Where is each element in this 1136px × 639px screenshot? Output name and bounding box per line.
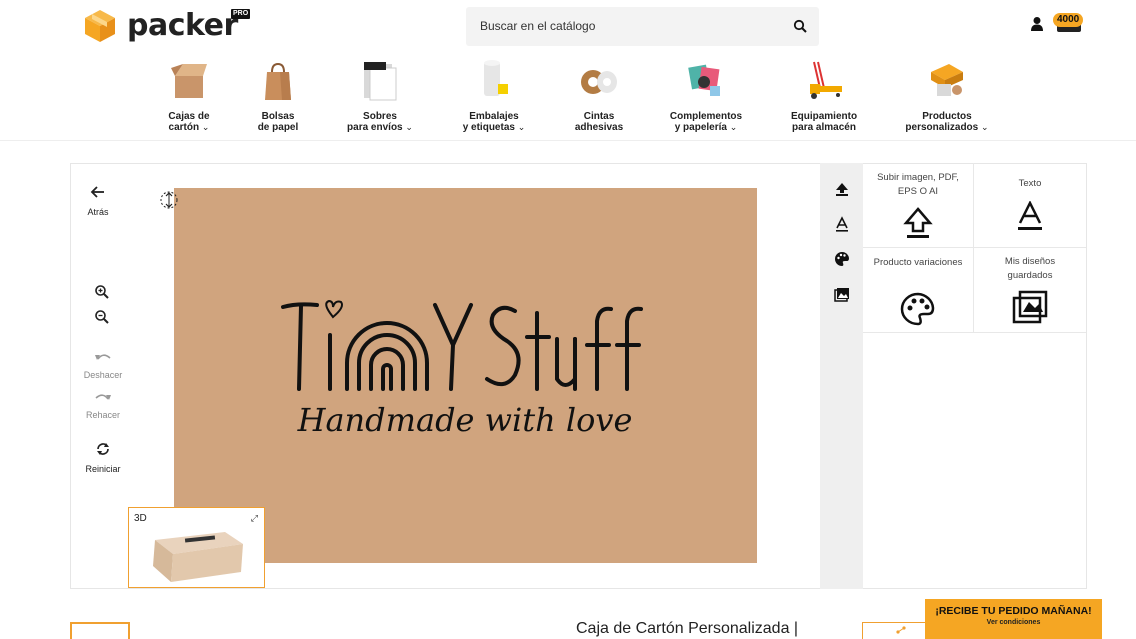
category-equipamiento[interactable]: Equipamiento para almacén (769, 58, 879, 133)
category-label-2: de papel (257, 122, 299, 133)
header: packer PRO Buscar en el catálogo 4000 (0, 0, 1136, 52)
logo-cube-icon (85, 10, 115, 42)
3d-preview[interactable]: 3D ⤢ (128, 507, 265, 588)
upload-icon[interactable] (834, 181, 850, 197)
category-label-2: y papelería (674, 122, 727, 133)
logo-title-art (281, 299, 643, 391)
envelope-icon (364, 62, 397, 101)
chevron-down-icon: ⌄ (201, 122, 210, 132)
reset-icon (97, 443, 109, 455)
category-label-2: adhesivas (574, 122, 624, 133)
reset-button[interactable]: Reiniciar (73, 441, 133, 474)
zoom-out-button[interactable] (72, 309, 132, 330)
gallery-icon[interactable] (834, 287, 850, 303)
category-label-1: Productos (922, 111, 972, 122)
arrow-left-icon (90, 186, 104, 198)
redo-button[interactable]: Rehacer (73, 390, 133, 420)
user-icon[interactable] (1030, 16, 1044, 32)
3d-label: 3D (134, 513, 147, 524)
category-label-1: Cajas de (168, 111, 210, 122)
search-icon[interactable] (793, 19, 807, 33)
category-cintas[interactable]: Cintas adhesivas (544, 58, 654, 133)
header-divider (0, 140, 1136, 141)
text-icon[interactable] (834, 216, 850, 232)
next-day-delivery-banner[interactable]: ¡RECIBE TU PEDIDO MAÑANA! Ver condicione… (925, 599, 1102, 639)
category-label-2: cartón (168, 122, 200, 133)
logo-text: packer (127, 8, 238, 43)
category-complementos[interactable]: Complementos y papelería ⌄ (651, 58, 761, 133)
category-label-2: para envíos (347, 122, 403, 133)
chevron-down-icon: ⌄ (405, 122, 413, 132)
back-label: Atrás (87, 207, 109, 217)
category-label-1: Bolsas (261, 111, 295, 122)
category-nav: Cajas de cartón ⌄ Bolsas de papel Sobres pa… (0, 58, 1136, 140)
bubble-wrap-icon (484, 60, 508, 96)
variations-option[interactable]: Producto variaciones (863, 248, 974, 333)
category-label-1: Equipamiento (790, 111, 858, 122)
logo-tagline: Handmade with love (297, 401, 633, 439)
share-button[interactable] (862, 622, 926, 639)
move-handle-icon[interactable] (159, 190, 179, 210)
text-icon (1018, 201, 1042, 230)
promo-conditions-link[interactable]: Ver condiciones (925, 619, 1102, 626)
category-label-2: para almacén (792, 122, 856, 133)
zoom-in-button[interactable] (72, 284, 132, 305)
search-input[interactable]: Buscar en el catálogo (480, 19, 595, 33)
stationery-icon (688, 64, 720, 96)
category-label-1: Cintas (583, 111, 615, 122)
zoom-in-icon (95, 285, 109, 299)
box-3d-icon (153, 532, 243, 582)
text-option[interactable]: Texto (974, 163, 1086, 248)
paper-bag-icon (265, 62, 291, 100)
upload-label: Subir imagen, PDF, EPS O AI (877, 172, 959, 197)
pro-badge: PRO (231, 9, 251, 19)
undo-button[interactable]: Deshacer (73, 350, 133, 380)
back-button[interactable]: Atrás (68, 184, 128, 217)
custom-box-icon (931, 64, 963, 96)
promo-title: ¡RECIBE TU PEDIDO MAÑANA! (935, 605, 1092, 617)
undo-label: Deshacer (83, 370, 123, 380)
options-panel: Subir imagen, PDF, EPS O AI Texto Produc… (863, 163, 1086, 333)
product-title: Caja de Cartón Personalizada | (576, 620, 799, 637)
category-label-2: personalizados (905, 122, 979, 133)
box-icon (171, 64, 207, 98)
redo-label: Rehacer (85, 410, 121, 420)
tape-icon (581, 70, 617, 94)
zoom-out-icon (95, 310, 109, 324)
category-label-1: Complementos (669, 111, 743, 122)
expand-icon[interactable]: ⤢ (251, 513, 258, 524)
palette-icon[interactable] (834, 251, 850, 267)
text-label: Texto (1018, 178, 1042, 189)
tool-rail (820, 163, 863, 589)
category-label-1: Sobres (363, 111, 397, 122)
cart-count-badge: 4000 (1053, 13, 1084, 27)
logo[interactable]: packer (83, 8, 238, 44)
upload-icon (903, 207, 933, 238)
category-sobres[interactable]: Sobres para envíos ⌄ (325, 58, 435, 133)
saved-designs-label: Mis diseños guardados (1004, 256, 1056, 281)
category-label-1: Embalajes (469, 111, 519, 122)
chevron-down-icon: ⌄ (729, 122, 738, 132)
customer-logo[interactable]: Handmade with love (275, 293, 655, 443)
gallery-icon (1012, 290, 1048, 324)
reset-label: Reiniciar (85, 464, 121, 474)
category-productos[interactable]: Productos personalizados ⌄ (892, 58, 1002, 133)
search-bar[interactable]: Buscar en el catálogo (466, 7, 819, 46)
category-embalajes[interactable]: Embalajes y etiquetas ⌄ (439, 58, 549, 133)
page: packer PRO Buscar en el catálogo 4000 Ca… (0, 0, 1136, 639)
chevron-down-icon: ⌄ (517, 122, 526, 132)
upload-option[interactable]: Subir imagen, PDF, EPS O AI (863, 163, 974, 248)
palette-icon (900, 292, 935, 326)
thumbnail-tab[interactable] (70, 622, 130, 639)
saved-designs-option[interactable]: Mis diseños guardados (974, 248, 1086, 333)
variations-label: Producto variaciones (873, 257, 963, 268)
chevron-down-icon: ⌄ (981, 122, 989, 132)
share-icon (896, 626, 906, 634)
undo-icon (95, 354, 111, 360)
category-bolsas[interactable]: Bolsas de papel (223, 58, 333, 133)
pallet-jack-icon (810, 61, 842, 99)
category-label-2: y etiquetas (462, 122, 515, 133)
redo-icon (95, 394, 111, 400)
